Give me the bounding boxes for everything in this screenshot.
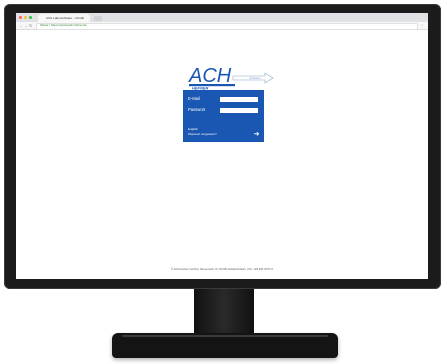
login-panel: E-Mail Passwort English Passwort vergess… [183,90,264,142]
logo-wordmark: ACH [188,65,232,87]
monitor-screen: ACH Laborsoftware – Portal × ← → ↻ Siche… [16,13,428,279]
back-icon[interactable]: ← [19,22,23,29]
password-label: Passwort [188,107,206,112]
logo-tag: Software [249,76,261,80]
monitor-stand-neck [194,289,254,335]
window-maximize-dot[interactable] [29,16,32,19]
page-footer: © ACH Hefner GmbH | Siemensstr. 8 | 9720… [171,267,273,271]
reload-icon[interactable]: ↻ [29,22,32,29]
language-link[interactable]: English [188,127,198,131]
window-close-dot[interactable] [19,16,22,19]
password-field[interactable] [220,108,258,113]
new-tab-button[interactable] [94,16,102,21]
login-submit-arrow-icon[interactable]: ➜ [253,131,260,138]
email-field[interactable] [220,97,258,102]
email-label: E-Mail [188,96,200,101]
address-bar[interactable] [36,23,418,30]
tab-close-icon[interactable]: × [82,14,84,22]
forward-icon[interactable]: → [24,22,28,29]
address-bar-url[interactable]: Sicher | https://portal.ach-hefner.de [40,23,87,28]
browser-menu-icon[interactable]: ⋮ [420,22,424,29]
monitor-base-highlight [122,335,328,337]
window-minimize-dot[interactable] [24,16,27,19]
forgot-password-link[interactable]: Passwort vergessen? [188,132,217,136]
